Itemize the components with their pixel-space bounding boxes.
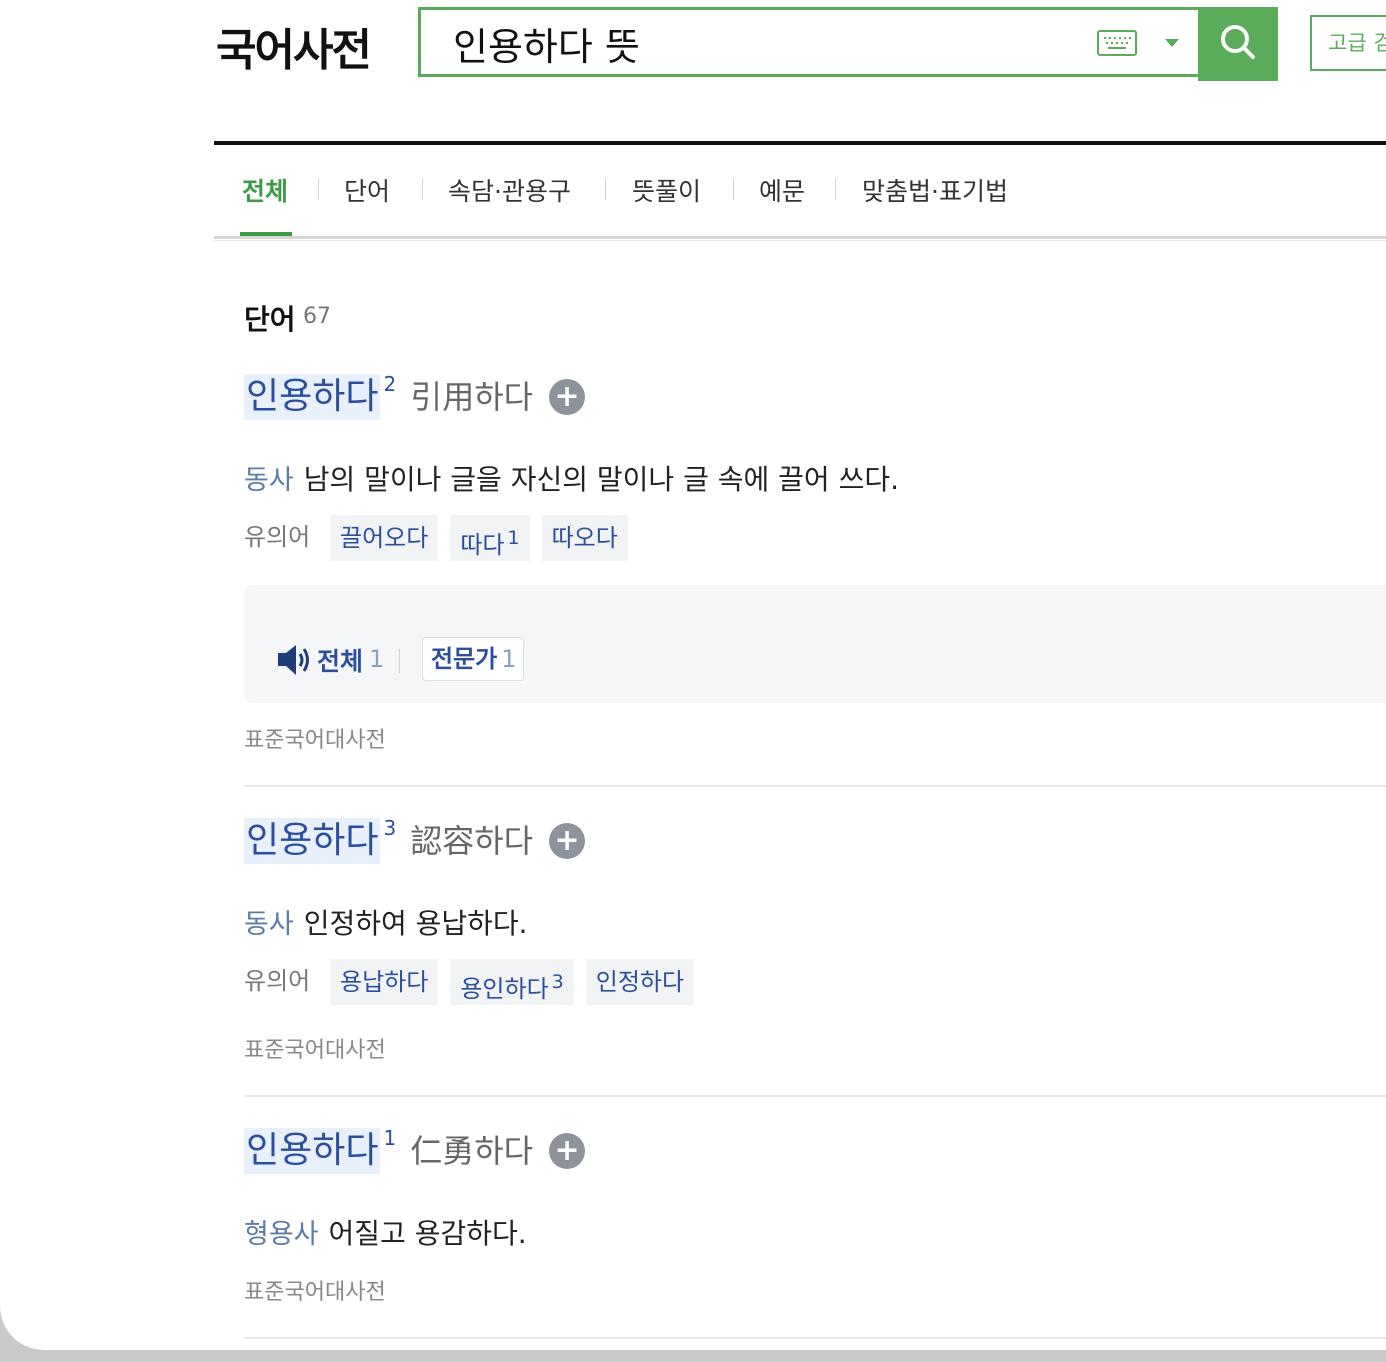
pronunciation-all-count: 1 [369, 645, 385, 673]
part-of-speech: 동사 [244, 465, 294, 496]
dictionary-source[interactable]: 표준국어대사전 [244, 722, 386, 754]
part-of-speech: 동사 [244, 909, 294, 940]
pronunciation-all-label[interactable]: 전체 [317, 642, 363, 678]
plus-icon: + [554, 379, 580, 414]
entry-divider [244, 785, 1386, 787]
hanja: 認容하다 [410, 822, 534, 860]
tab-separator [422, 178, 423, 200]
header-divider [214, 141, 1386, 145]
synonym-chip[interactable]: 용납하다 [330, 959, 439, 1005]
pronunciation-separator [399, 649, 400, 673]
search-icon [1219, 23, 1257, 65]
part-of-speech: 형용사 [244, 1219, 319, 1250]
homograph-number: 2 [383, 372, 397, 396]
entry-divider [244, 1337, 1386, 1339]
tab-separator [605, 178, 606, 200]
hanja: 引用하다 [410, 378, 534, 416]
add-to-wordbook-button[interactable]: + [549, 379, 586, 415]
headword-text: 인용하다 [246, 1130, 379, 1171]
headword-row: 인용하다 3 認容하다 + [244, 816, 586, 868]
definition-row: 동사 인정하여 용납하다. [244, 902, 528, 942]
dictionary-source[interactable]: 표준국어대사전 [244, 1032, 386, 1064]
synonym-label: 유의어 [244, 523, 311, 551]
pronunciation-expert-button[interactable]: 전문가 1 [422, 637, 524, 681]
synonym-homograph: 1 [507, 527, 520, 549]
site-logo[interactable]: 국어사전 [216, 14, 372, 78]
pronunciation-panel: 전체 1 전문가 1 [244, 585, 1386, 703]
section-count: 67 [303, 304, 331, 329]
definition: 어질고 용감하다. [328, 1217, 527, 1250]
definition: 남의 말이나 글을 자신의 말이나 글 속에 끌어 쓰다. [303, 463, 899, 496]
headword-link[interactable]: 인용하다 [244, 1128, 381, 1174]
synonym-row: 유의어 끌어오다 따다 1 따오다 [244, 515, 640, 561]
headword-text: 인용하다 [246, 820, 379, 861]
synonym-row: 유의어 용납하다 용인하다 3 인정하다 [244, 959, 706, 1005]
tab-spelling[interactable]: 맞춤법·표기법 [862, 172, 1008, 208]
tab-separator [835, 178, 836, 200]
add-to-wordbook-button[interactable]: + [549, 1133, 586, 1169]
synonym-chip[interactable]: 용인하다 3 [450, 959, 574, 1005]
tab-proverb-idiom[interactable]: 속담·관용구 [448, 172, 571, 208]
tab-divider-shadow [214, 240, 1386, 241]
search-button[interactable] [1198, 7, 1278, 81]
headword-link[interactable]: 인용하다 [244, 818, 381, 864]
plus-icon: + [554, 1133, 580, 1168]
definition-row: 동사 남의 말이나 글을 자신의 말이나 글 속에 끌어 쓰다. [244, 458, 899, 498]
headword-text: 인용하다 [246, 376, 379, 417]
tab-divider [214, 236, 1386, 239]
synonym-homograph: 3 [551, 971, 564, 993]
homograph-number: 3 [383, 816, 397, 840]
synonym-text: 용인하다 [460, 975, 549, 1003]
browser-window: 국어사전 고급 검색 전체 단어 [0, 0, 1386, 1350]
tab-meaning[interactable]: 뜻풀이 [632, 172, 701, 208]
synonym-chip[interactable]: 따다 1 [450, 515, 530, 561]
synonym-text: 인정하다 [595, 968, 685, 996]
definition: 인정하여 용납하다. [303, 907, 528, 940]
tab-example[interactable]: 예문 [759, 172, 805, 208]
synonym-chip[interactable]: 따오다 [541, 515, 628, 561]
tab-separator [318, 178, 319, 200]
synonym-label: 유의어 [244, 967, 311, 995]
synonym-text: 끌어오다 [340, 524, 429, 552]
headword-link[interactable]: 인용하다 [244, 374, 381, 420]
synonym-chip[interactable]: 끌어오다 [330, 515, 439, 561]
advanced-search-button[interactable]: 고급 검색 [1310, 15, 1386, 71]
section-title: 단어 [244, 303, 296, 336]
add-to-wordbook-button[interactable]: + [549, 823, 586, 859]
search-box [418, 7, 1200, 77]
synonym-text: 용납하다 [340, 968, 429, 996]
triangle-down-icon[interactable] [1165, 39, 1179, 47]
pronunciation-expert-count: 1 [501, 645, 517, 673]
headword-row: 인용하다 2 引用하다 + [244, 372, 586, 424]
tab-separator [733, 178, 734, 200]
keyboard-icon[interactable] [1097, 28, 1137, 58]
search-input[interactable] [453, 16, 1053, 70]
definition-row: 형용사 어질고 용감하다. [244, 1212, 527, 1252]
synonym-text: 따오다 [551, 524, 618, 552]
speaker-icon[interactable] [277, 643, 313, 677]
pronunciation-expert-label: 전문가 [431, 645, 498, 673]
homograph-number: 1 [383, 1126, 397, 1150]
tab-all[interactable]: 전체 [242, 172, 288, 208]
plus-icon: + [554, 823, 580, 858]
dictionary-source[interactable]: 표준국어대사전 [244, 1274, 386, 1306]
tab-word[interactable]: 단어 [344, 172, 390, 208]
tab-bar: 전체 단어 속담·관용구 뜻풀이 예문 맞춤법·표기법 [214, 168, 1386, 238]
synonym-text: 따다 [460, 531, 505, 559]
headword-row: 인용하다 1 仁勇하다 + [244, 1126, 586, 1178]
entry-divider [244, 1095, 1386, 1097]
hanja: 仁勇하다 [410, 1132, 534, 1170]
synonym-chip[interactable]: 인정하다 [585, 959, 695, 1005]
